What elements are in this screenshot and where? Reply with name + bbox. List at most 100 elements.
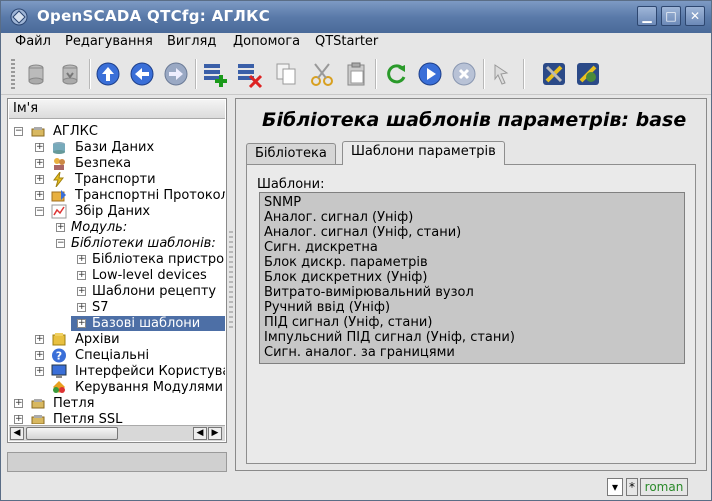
expand-icon[interactable]: + [14,399,23,408]
navigation-tree[interactable]: Ім'я − АГЛКС + Бази Даних + Безпека + Тр… [7,98,227,443]
tree-node-data-acquisition[interactable]: − Збір Даних [9,204,225,219]
menu-help[interactable]: Допомога [233,34,300,49]
maximize-button[interactable]: □ [661,6,681,26]
db-load-button[interactable] [21,59,51,89]
list-item[interactable]: Блок дискретних (Уніф) [264,270,680,285]
expand-icon[interactable]: + [35,143,44,152]
collapse-icon[interactable]: − [56,239,65,248]
expand-icon[interactable]: + [77,287,86,296]
expand-icon[interactable]: + [35,351,44,360]
station-user-button[interactable] [573,59,603,89]
list-item[interactable]: Сигн. дискретна [264,240,680,255]
expand-icon[interactable]: + [77,271,86,280]
tree-node-specials[interactable]: + ? Спеціальні [9,348,225,363]
paste-icon [347,62,365,86]
menu-file[interactable]: Файл [15,34,51,49]
stop-button[interactable] [449,59,479,89]
station-connect-button[interactable] [539,59,569,89]
tree-node-template-libs-group[interactable]: − Бібліотеки шаблонів: [9,236,225,251]
toolbar-separator [195,59,197,89]
tree-node-loop-ssl[interactable]: + Петля SSL [9,412,225,424]
scrollbar-thumb[interactable] [26,427,118,440]
expand-icon[interactable]: + [35,335,44,344]
collapse-icon[interactable]: − [14,127,23,136]
scroll-left-button[interactable]: ◀ [10,427,24,440]
tree-node-modules-group[interactable]: + Модуль: [9,220,225,235]
tab-library[interactable]: Бібліотека [246,143,336,164]
db-save-button[interactable] [55,59,85,89]
tree-node-base-templates[interactable]: + Базові шаблони [71,316,225,331]
refresh-button[interactable] [381,59,411,89]
expand-icon[interactable]: + [35,367,44,376]
toolbar-separator [523,59,525,89]
expand-icon[interactable]: + [35,175,44,184]
up-button[interactable] [93,59,123,89]
panel-splitter[interactable] [229,231,233,331]
tree-node-low-level-devices[interactable]: + Low-level devices [9,268,225,283]
tab-parameter-templates[interactable]: Шаблони параметрів [342,141,505,165]
tree-node-loop[interactable]: + Петля [9,396,225,411]
arrow-left-icon [130,62,154,86]
tree-node-recipe-templates[interactable]: + Шаблони рецепту [9,284,225,299]
close-icon: ✕ [689,9,701,23]
list-item[interactable]: SNMP [264,195,680,210]
collapse-icon[interactable]: − [35,207,44,216]
list-item[interactable]: Ручний ввід (Уніф) [264,300,680,315]
expand-icon[interactable]: + [35,191,44,200]
tab-content: Шаблони: SNMP Аналог. сигнал (Уніф) Анал… [246,164,696,464]
scroll-left-button[interactable]: ◀ [193,427,207,440]
delete-item-button[interactable] [233,59,263,89]
add-item-button[interactable] [199,59,229,89]
tree-horizontal-scrollbar[interactable]: ◀ ◀ ▶ [9,425,225,441]
tree-node-device-library[interactable]: + Бібліотека пристро [9,252,225,267]
list-item[interactable]: Аналог. сигнал (Уніф, стани) [264,225,680,240]
cut-button[interactable] [307,59,337,89]
status-dropdown-button[interactable]: ▾ [607,478,623,496]
openscada-app-icon[interactable] [9,7,29,27]
expand-icon[interactable]: + [77,255,86,264]
copy-button[interactable] [271,59,301,89]
list-item[interactable]: Імпульсний ПІД сигнал (Уніф, стани) [264,330,680,345]
copy-icon [276,63,296,85]
menu-view[interactable]: Вигляд [167,34,216,49]
start-button[interactable] [415,59,445,89]
back-button[interactable] [127,59,157,89]
tree-node-transports[interactable]: + Транспорти [9,172,225,187]
minimize-button[interactable]: ▁ [637,6,657,26]
menu-edit[interactable]: Редагування [65,34,153,49]
toolbar-separator [483,59,485,89]
scissors-icon [311,63,333,86]
scroll-right-button[interactable]: ▶ [208,427,222,440]
tree-node-protocols[interactable]: + Транспортні Протокол [9,188,225,203]
what-is-this-button[interactable] [487,59,517,89]
tree-node-station[interactable]: − АГЛКС [9,124,225,139]
refresh-icon [387,64,406,84]
tree-node-module-management[interactable]: Керування Модулями [9,380,225,395]
expand-icon[interactable]: + [77,303,86,312]
paste-button[interactable] [341,59,371,89]
current-user[interactable]: roman [640,478,688,496]
expand-icon[interactable]: + [77,319,86,328]
close-button[interactable]: ✕ [685,6,705,26]
list-item[interactable]: Витрато-вимірювальний вузол [264,285,680,300]
tree-node-s7[interactable]: + S7 [9,300,225,315]
templates-label: Шаблони: [257,177,325,192]
expand-icon[interactable]: + [35,159,44,168]
list-item[interactable]: Блок дискр. параметрів [264,255,680,270]
tree-node-security[interactable]: + Безпека [9,156,225,171]
tree-column-header[interactable]: Ім'я [9,100,225,119]
tree-node-user-interfaces[interactable]: + Інтерфейси Користува [9,364,225,379]
forward-button[interactable] [161,59,191,89]
toolbar-grip[interactable] [11,59,15,89]
list-item[interactable]: Сигн. аналог. за границями [264,345,680,360]
toolbar [1,53,711,95]
list-item[interactable]: Аналог. сигнал (Уніф) [264,210,680,225]
tree-node-archives[interactable]: + Архіви [9,332,225,347]
templates-list[interactable]: SNMP Аналог. сигнал (Уніф) Аналог. сигна… [259,192,685,364]
tree-node-databases[interactable]: + Бази Даних [9,140,225,155]
expand-icon[interactable]: + [14,415,23,424]
expand-icon[interactable]: + [56,223,65,232]
menu-qtstarter[interactable]: QTStarter [315,34,378,49]
title-bar[interactable]: OpenSCADA QTCfg: АГЛКС ▁ □ ✕ [1,1,711,33]
list-item[interactable]: ПІД сигнал (Уніф, стани) [264,315,680,330]
